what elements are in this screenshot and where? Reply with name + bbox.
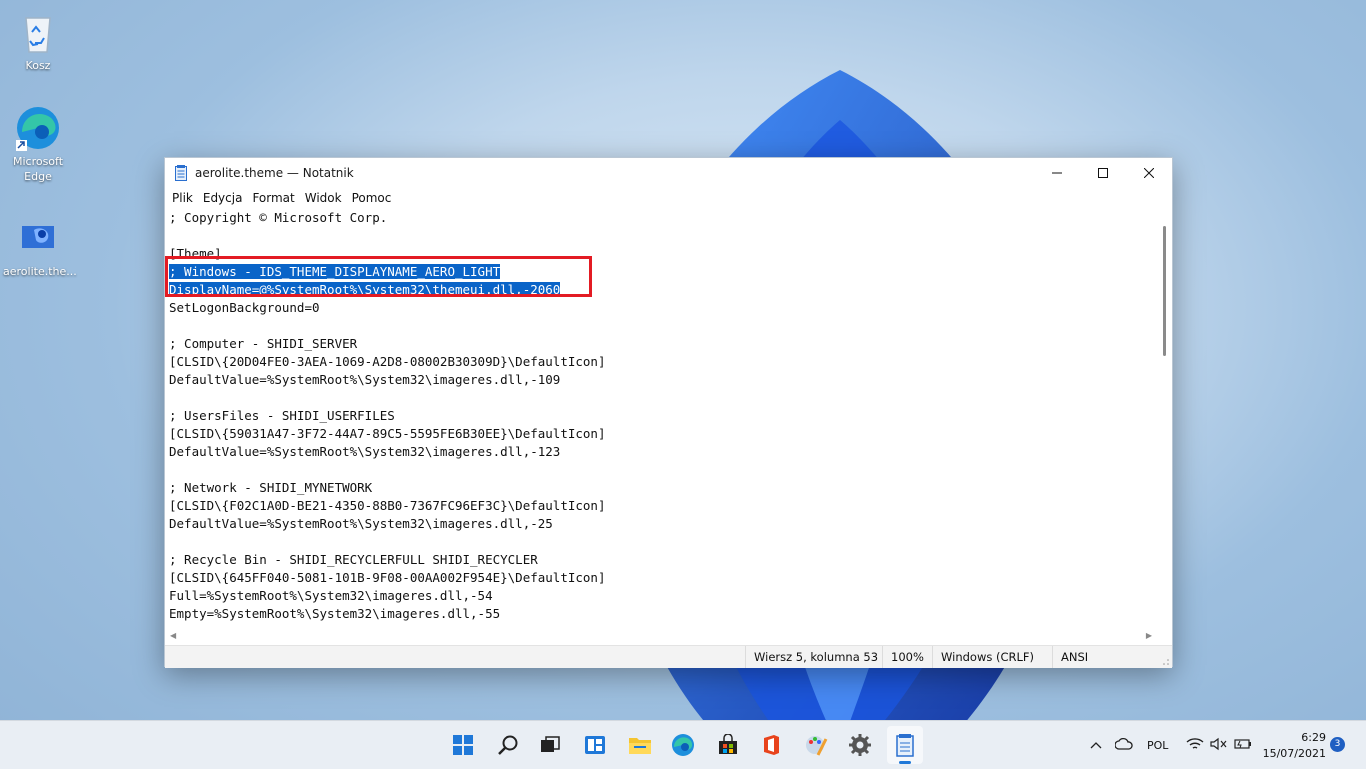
task-view-button[interactable]	[534, 729, 566, 761]
store-icon	[719, 734, 737, 754]
text-line: [CLSID\{F02C1A0D-BE21-4350-88B0-7367FC96…	[169, 498, 606, 513]
menu-item-widok[interactable]: Widok	[300, 191, 347, 205]
menu-bar: Plik Edycja Format Widok Pomoc	[165, 187, 1172, 209]
scrollbar-thumb[interactable]	[1163, 226, 1166, 356]
text-line	[165, 461, 1158, 479]
search-button[interactable]	[492, 729, 524, 761]
widgets-button[interactable]	[579, 729, 611, 761]
maximize-button[interactable]	[1080, 158, 1126, 187]
active-indicator	[899, 761, 911, 764]
window-title: aerolite.theme — Notatnik	[195, 165, 354, 180]
task-view-icon	[541, 736, 560, 752]
desktop-icon-aerolite-theme[interactable]: aerolite.the...	[3, 214, 77, 279]
file-explorer-icon	[629, 738, 651, 754]
paint-button[interactable]	[800, 729, 832, 761]
taskbar: POL 6:29 15/07/2021 3	[0, 720, 1366, 769]
text-line: ; Computer - SHIDI_SERVER	[169, 336, 358, 351]
office-icon	[764, 735, 779, 755]
text-line: DefaultValue=%SystemRoot%\System32\image…	[169, 444, 561, 459]
menu-item-edycja[interactable]: Edycja	[198, 191, 248, 205]
text-line	[165, 533, 1158, 551]
notepad-icon	[175, 164, 187, 181]
cursor-position: Wiersz 5, kolumna 53	[745, 646, 884, 668]
menu-item-pomoc[interactable]: Pomoc	[347, 191, 397, 205]
language-indicator[interactable]: POL	[1147, 739, 1168, 752]
text-line: SetLogonBackground=0	[169, 300, 320, 315]
clock[interactable]: 6:29 15/07/2021	[1263, 730, 1326, 762]
title-bar[interactable]: aerolite.theme — Notatnik	[165, 158, 1172, 187]
search-icon	[498, 735, 518, 755]
status-bar: Wiersz 5, kolumna 53 100% Windows (CRLF)…	[165, 645, 1172, 668]
office-button[interactable]	[755, 729, 787, 761]
edge-taskbar-button[interactable]	[667, 729, 699, 761]
desktop-icon-label: Kosz	[25, 59, 51, 72]
close-icon	[1144, 167, 1154, 178]
system-tray: POL	[1089, 721, 1252, 769]
maximize-icon	[1098, 167, 1108, 178]
text-line: Full=%SystemRoot%\System32\imageres.dll,…	[169, 588, 493, 603]
clock-date: 15/07/2021	[1262, 747, 1326, 760]
notepad-icon	[896, 734, 914, 757]
store-button[interactable]	[712, 729, 744, 761]
text-line: ; Network - SHIDI_MYNETWORK	[169, 480, 373, 495]
start-icon	[453, 735, 473, 755]
desktop-icon-label: Microsoft Edge	[12, 155, 64, 183]
text-line: ; Copyright © Microsoft Corp.	[169, 210, 388, 225]
start-button[interactable]	[447, 729, 479, 761]
widgets-icon	[585, 736, 605, 754]
wifi-icon[interactable]	[1186, 737, 1204, 754]
line-ending: Windows (CRLF)	[932, 646, 1051, 668]
notepad-taskbar-button[interactable]	[887, 726, 923, 764]
notification-badge[interactable]: 3	[1330, 737, 1345, 752]
zoom-level: 100%	[882, 646, 931, 668]
menu-item-format[interactable]: Format	[247, 191, 299, 205]
text-line: DefaultValue=%SystemRoot%\System32\image…	[169, 372, 561, 387]
file-explorer-button[interactable]	[624, 729, 656, 761]
close-button[interactable]	[1126, 158, 1172, 187]
text-line	[165, 389, 1158, 407]
onedrive-icon[interactable]	[1114, 737, 1133, 753]
annotation-highlight-box	[165, 256, 592, 297]
horizontal-scrollbar[interactable]: ◀ ▶	[165, 629, 1158, 643]
desktop-icon-recycle-bin[interactable]: Kosz	[3, 8, 73, 73]
battery-icon[interactable]	[1234, 737, 1252, 754]
edge-icon	[14, 104, 62, 152]
menu-item-plik[interactable]: Plik	[167, 191, 198, 205]
text-line: DefaultValue=%SystemRoot%\System32\image…	[169, 516, 553, 531]
text-line: ; UsersFiles - SHIDI_USERFILES	[169, 408, 395, 423]
settings-icon	[849, 734, 871, 756]
minimize-button[interactable]	[1034, 158, 1080, 187]
scroll-right-icon[interactable]: ▶	[1146, 631, 1152, 640]
text-line	[165, 317, 1158, 335]
desktop-icon-edge[interactable]: Microsoft Edge	[3, 104, 73, 184]
text-line: [CLSID\{645FF040-5081-101B-9F08-00AA002F…	[169, 570, 606, 585]
text-line: Empty=%SystemRoot%\System32\imageres.dll…	[169, 606, 501, 621]
edge-icon	[672, 734, 694, 756]
scroll-left-icon[interactable]: ◀	[170, 631, 176, 640]
text-line: ; Recycle Bin - SHIDI_RECYCLERFULL SHIDI…	[169, 552, 538, 567]
text-line: [CLSID\{20D04FE0-3AEA-1069-A2D8-08002B30…	[169, 354, 606, 369]
recycle-bin-icon	[14, 8, 62, 56]
encoding: ANSI	[1052, 646, 1121, 668]
desktop-icon-label: aerolite.the...	[3, 265, 77, 278]
theme-file-icon	[14, 214, 62, 262]
text-line	[165, 227, 1158, 245]
chevron-up-icon[interactable]	[1089, 739, 1103, 752]
minimize-icon	[1052, 172, 1062, 173]
paint-icon	[806, 736, 828, 756]
resize-grip-icon[interactable]	[1162, 658, 1170, 666]
vertical-scrollbar[interactable]	[1158, 209, 1172, 629]
settings-button[interactable]	[844, 729, 876, 761]
volume-muted-icon[interactable]	[1210, 737, 1228, 754]
text-line: [CLSID\{59031A47-3F72-44A7-89C5-5595FE6B…	[169, 426, 606, 441]
clock-time: 6:29	[1301, 731, 1326, 744]
notepad-window: aerolite.theme — Notatnik Plik Edycja Form…	[164, 157, 1173, 668]
